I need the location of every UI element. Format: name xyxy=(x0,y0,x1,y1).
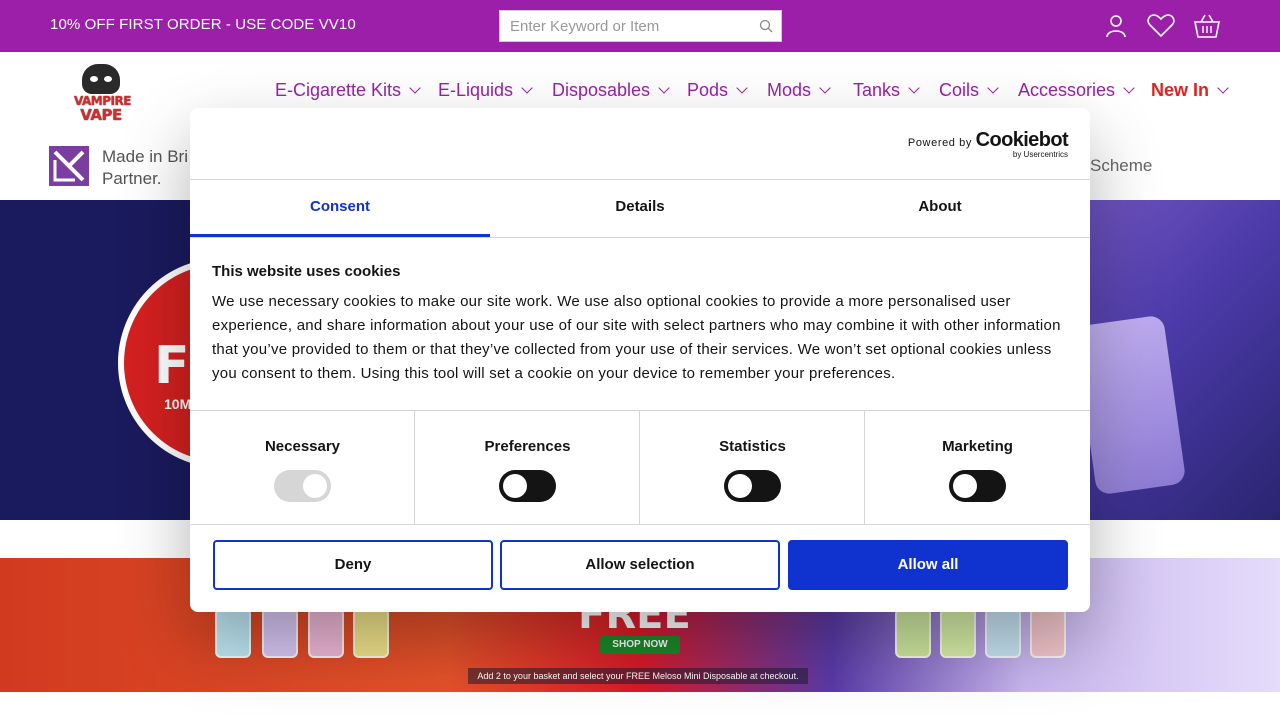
cookiebot-logo[interactable]: Cookiebot by Usercentrics xyxy=(975,129,1069,159)
account-icon[interactable] xyxy=(1103,13,1129,39)
promo-note: Add 2 to your basket and select your FRE… xyxy=(468,668,808,684)
nav-item-disposables[interactable]: Disposables xyxy=(552,80,670,101)
top-bar: 10% OFF FIRST ORDER - USE CODE VV10 xyxy=(0,0,1280,52)
preferences-toggle[interactable] xyxy=(499,470,556,502)
hero-badge-subtext: 10M xyxy=(164,396,192,412)
divider xyxy=(190,524,1090,525)
chevron-down-icon xyxy=(908,82,920,94)
nav-item-coils[interactable]: Coils xyxy=(939,80,999,101)
category-label: Statistics xyxy=(719,438,786,455)
logo-word-2: VAPE xyxy=(80,106,122,124)
product-bottle-image xyxy=(1030,608,1066,658)
category-label: Marketing xyxy=(942,438,1013,455)
category-necessary: Necessary xyxy=(190,410,415,524)
cookiebot-brand-sub: by Usercentrics xyxy=(1012,150,1068,159)
nav-item-e-cigarette-kits[interactable]: E-Cigarette Kits xyxy=(275,80,421,101)
category-label: Necessary xyxy=(264,438,341,455)
nav-item-mods[interactable]: Mods xyxy=(767,80,831,101)
chevron-down-icon xyxy=(1217,82,1229,94)
product-bottle-image xyxy=(895,608,931,658)
category-preferences: Preferences xyxy=(415,410,640,524)
cookie-title: This website uses cookies xyxy=(212,263,401,280)
chevron-down-icon xyxy=(1123,82,1135,94)
marketing-toggle[interactable] xyxy=(949,470,1006,502)
search-icon[interactable] xyxy=(759,19,773,33)
statistics-toggle[interactable] xyxy=(724,470,781,502)
category-statistics: Statistics xyxy=(640,410,865,524)
toggle-knob xyxy=(503,474,527,498)
chevron-down-icon xyxy=(819,82,831,94)
toggle-knob xyxy=(953,474,977,498)
shop-now-button[interactable]: SHOP NOW xyxy=(600,636,680,654)
product-bottle-image xyxy=(940,608,976,658)
cookie-description: This website uses cookies We use necessa… xyxy=(212,263,1068,386)
tab-about[interactable]: About xyxy=(790,180,1090,237)
scheme-text: Scheme xyxy=(1090,156,1153,175)
tab-consent[interactable]: Consent xyxy=(190,180,490,237)
wishlist-heart-icon[interactable] xyxy=(1146,13,1176,39)
uk-made-icon xyxy=(49,146,89,186)
nav-item-tanks[interactable]: Tanks xyxy=(853,80,920,101)
divider xyxy=(190,237,1090,238)
product-bottle-image xyxy=(215,608,251,658)
allow-all-button[interactable]: Allow all xyxy=(788,540,1068,590)
search-input[interactable] xyxy=(500,11,740,41)
toggle-knob xyxy=(303,474,327,498)
promo-text: 10% OFF FIRST ORDER - USE CODE VV10 xyxy=(50,16,356,33)
product-bottle-image xyxy=(262,608,298,658)
nav-item-e-liquids[interactable]: E-Liquids xyxy=(438,80,533,101)
deny-button[interactable]: Deny xyxy=(213,540,493,590)
product-bottle-image xyxy=(308,608,344,658)
chevron-down-icon xyxy=(987,82,999,94)
site-logo[interactable]: VAMPIRE VAPE xyxy=(74,64,131,126)
toggle-knob xyxy=(728,474,752,498)
product-bottle-image xyxy=(985,608,1021,658)
product-bottle-image xyxy=(353,608,389,658)
category-label: Preferences xyxy=(484,438,571,455)
nav-item-pods[interactable]: Pods xyxy=(687,80,748,101)
nav-item-new-in[interactable]: New In xyxy=(1151,80,1229,101)
page: 10% OFF FIRST ORDER - USE CODE VV10 VAMP… xyxy=(0,0,1280,720)
cookiebot-brand: Cookiebot xyxy=(975,129,1069,151)
chevron-down-icon xyxy=(658,82,670,94)
search-box[interactable] xyxy=(499,10,782,42)
cookie-consent-dialog: Powered by Cookiebot by Usercentrics Con… xyxy=(190,108,1090,612)
category-marketing: Marketing xyxy=(865,410,1090,524)
powered-by-label: Powered by xyxy=(907,137,972,149)
vampire-face-icon xyxy=(82,64,120,94)
cookie-text: We use necessary cookies to make our sit… xyxy=(212,293,1061,382)
chevron-down-icon xyxy=(736,82,748,94)
basket-icon[interactable] xyxy=(1193,13,1221,39)
chevron-down-icon xyxy=(521,82,533,94)
chevron-down-icon xyxy=(409,82,421,94)
nav-item-accessories[interactable]: Accessories xyxy=(1018,80,1135,101)
tab-details[interactable]: Details xyxy=(490,180,790,237)
allow-selection-button[interactable]: Allow selection xyxy=(500,540,780,590)
necessary-toggle xyxy=(274,470,331,502)
